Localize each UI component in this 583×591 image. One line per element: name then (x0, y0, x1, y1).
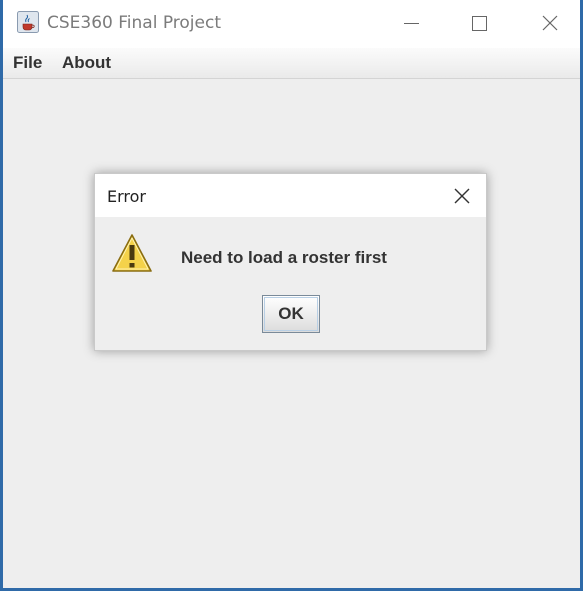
dialog-titlebar[interactable]: Error (95, 174, 486, 217)
minimize-button[interactable] (376, 0, 446, 48)
window-title: CSE360 Final Project (47, 13, 222, 33)
maximize-button[interactable] (445, 0, 515, 48)
maximize-icon (472, 16, 487, 31)
dialog-title: Error (107, 187, 146, 206)
ok-button[interactable]: OK (262, 295, 320, 333)
error-dialog: Error Need to load a roster first OK (94, 173, 487, 351)
menubar: File About (3, 48, 580, 79)
menu-about[interactable]: About (62, 53, 111, 73)
window-titlebar[interactable]: CSE360 Final Project (3, 0, 580, 48)
close-icon (542, 15, 558, 31)
close-window-button[interactable] (514, 0, 583, 48)
warning-icon (112, 234, 152, 272)
dialog-close-icon[interactable] (447, 181, 477, 211)
java-coffee-icon (17, 11, 39, 33)
application-window: CSE360 Final Project File About Error Ne… (0, 0, 583, 591)
minimize-icon (404, 23, 419, 24)
menu-file[interactable]: File (13, 53, 42, 73)
dialog-message: Need to load a roster first (181, 248, 387, 267)
